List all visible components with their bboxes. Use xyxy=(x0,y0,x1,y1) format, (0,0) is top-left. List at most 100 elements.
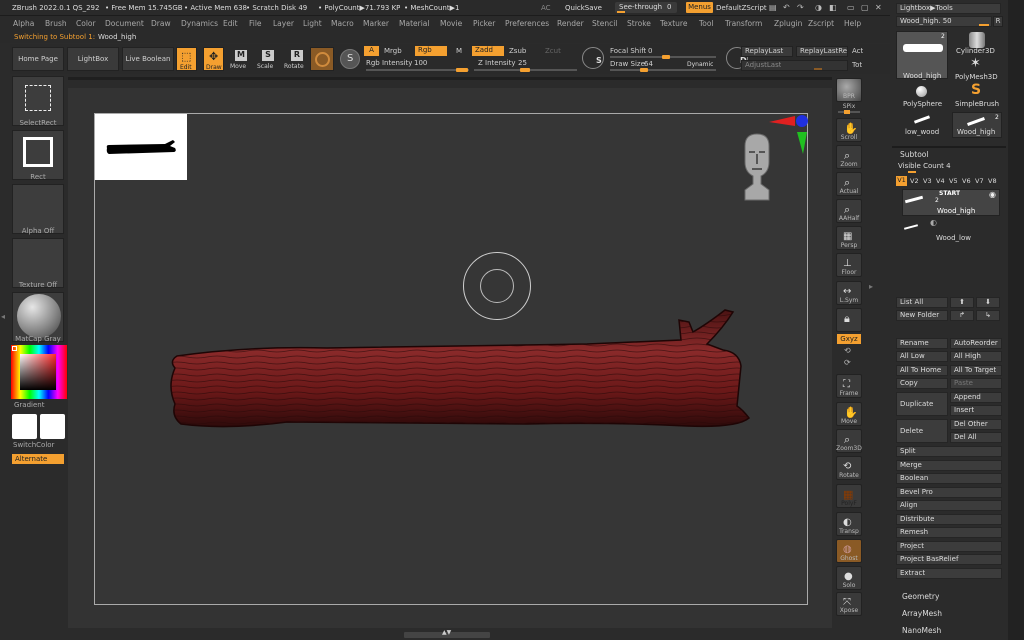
r-button[interactable]: R xyxy=(993,16,1003,27)
menu-help[interactable]: Help xyxy=(844,19,861,28)
toggle-icon[interactable]: ◐ xyxy=(930,218,937,227)
replay-last-button[interactable]: ReplayLast xyxy=(741,46,793,57)
default-zscript[interactable]: DefaultZScript xyxy=(716,4,767,12)
all-low-button[interactable]: All Low xyxy=(896,351,948,362)
tool-wood-high-selected[interactable]: 2 Wood_high xyxy=(896,31,948,80)
action-project-basrelief[interactable]: Project BasRelief xyxy=(896,554,1002,565)
subtool-item-wood-high[interactable]: START 2 Wood_high ◉ xyxy=(902,189,1000,216)
minimize-icon[interactable]: ▭ xyxy=(847,3,855,12)
tool-wood-high-2[interactable]: 2 Wood_high xyxy=(952,112,1002,138)
viewport-canvas[interactable] xyxy=(94,113,808,605)
menu-brush[interactable]: Brush xyxy=(45,19,67,28)
redo-icon[interactable]: ↷ xyxy=(797,3,804,12)
replay-last-rel-button[interactable]: ReplayLastRel xyxy=(796,46,848,57)
menu-light[interactable]: Light xyxy=(303,19,322,28)
home-page-button[interactable]: Home Page xyxy=(12,47,64,71)
quicksave-button[interactable]: QuickSave xyxy=(565,4,602,12)
dynamic-toggle[interactable]: Dynamic xyxy=(687,61,713,68)
vtab-v4[interactable]: V4 xyxy=(936,177,945,185)
menu-material[interactable]: Material xyxy=(399,19,429,28)
main-color-swatch[interactable] xyxy=(12,414,37,439)
tool-polysphere[interactable]: PolySphere xyxy=(896,84,948,110)
rgb-toggle[interactable]: Rgb xyxy=(415,46,447,56)
undo-icon[interactable]: ↶ xyxy=(783,3,790,12)
spotlight-s-icon[interactable]: S xyxy=(582,47,604,69)
all-high-button[interactable]: All High xyxy=(950,351,1002,362)
delete-button[interactable]: Delete xyxy=(896,419,948,443)
rotate-button[interactable]: R Rotate xyxy=(284,47,308,71)
bottom-tray-handle[interactable]: ▲▼ xyxy=(404,629,490,638)
tool-size-slider[interactable]: Wood_high. 50 xyxy=(896,16,992,27)
menu-draw[interactable]: Draw xyxy=(151,19,171,28)
vtab-v6[interactable]: V6 xyxy=(962,177,971,185)
move-up-button[interactable]: ⬆ xyxy=(950,297,974,308)
tool-cylinder3d[interactable]: Cylinder3D xyxy=(952,31,1002,55)
scale-button[interactable]: S Scale xyxy=(257,47,278,71)
visible-count-slider[interactable]: Visible Count 4 xyxy=(896,161,1002,173)
arraymesh-section[interactable]: ArrayMesh xyxy=(902,609,942,618)
visibility-eye-icon[interactable]: ◉ xyxy=(989,190,996,199)
spix-slider[interactable] xyxy=(838,110,860,114)
lightbox-button[interactable]: LightBox xyxy=(67,47,119,71)
menu-marker[interactable]: Marker xyxy=(363,19,389,28)
action-split[interactable]: Split xyxy=(896,446,1002,457)
secondary-color-swatch[interactable] xyxy=(40,414,65,439)
xyz-toggle[interactable]: Gxyz xyxy=(837,334,861,344)
menu-document[interactable]: Document xyxy=(105,19,144,28)
vtab-v2[interactable]: V2 xyxy=(910,177,919,185)
m-toggle[interactable]: M xyxy=(456,47,462,55)
brush-icon[interactable]: S xyxy=(340,49,360,69)
focal-shift-slider[interactable]: Focal Shift 0 Draw Size 64 Dynamic xyxy=(606,46,721,72)
right-tray-arrow-icon[interactable]: ▸ xyxy=(869,282,873,291)
mrgb-toggle[interactable]: Mrgb xyxy=(384,47,402,55)
del-other-button[interactable]: Del Other xyxy=(950,419,1002,430)
menu-color[interactable]: Color xyxy=(76,19,96,28)
a-toggle[interactable]: A xyxy=(364,46,379,56)
all-to-home-button[interactable]: All To Home xyxy=(896,365,948,376)
duplicate-button[interactable]: Duplicate xyxy=(896,392,948,416)
menu-transform[interactable]: Transform xyxy=(725,19,762,28)
rotate-y-icon[interactable]: ⟲ xyxy=(844,346,851,355)
subtool-item-wood-low[interactable]: ◐ Wood_low xyxy=(902,218,1000,244)
adjust-last-slider[interactable]: AdjustLast xyxy=(741,60,848,71)
all-to-target-button[interactable]: All To Target xyxy=(950,365,1002,376)
menu-zscript[interactable]: Zscript xyxy=(808,19,834,28)
geometry-section[interactable]: Geometry xyxy=(902,592,939,601)
see-through-slider[interactable]: See-through 0 xyxy=(615,2,677,13)
autoreorder-button[interactable]: AutoReorder xyxy=(950,338,1002,349)
action-boolean[interactable]: Boolean xyxy=(896,473,1002,484)
switch-color-label[interactable]: SwitchColor xyxy=(10,441,66,449)
action-project[interactable]: Project xyxy=(896,540,1002,552)
maximize-icon[interactable]: ▢ xyxy=(861,3,869,12)
z-intensity-slider[interactable]: Z Intensity 25 xyxy=(472,58,577,72)
spix-label[interactable]: SPix xyxy=(832,103,866,110)
vtab-v1[interactable]: V1 xyxy=(896,176,907,186)
menu-preferences[interactable]: Preferences xyxy=(505,19,549,28)
live-boolean-button[interactable]: Live Boolean xyxy=(122,47,174,71)
vtab-v7[interactable]: V7 xyxy=(975,177,984,185)
menu-edit[interactable]: Edit xyxy=(223,19,238,28)
menus-toggle[interactable]: Menus xyxy=(686,2,713,13)
wood-log-model[interactable] xyxy=(167,306,757,436)
menu-stencil[interactable]: Stencil xyxy=(592,19,617,28)
lightbox-tools-button[interactable]: Lightbox▶Tools xyxy=(896,3,1001,14)
action-distribute[interactable]: Distribute xyxy=(896,513,1002,525)
menu-macro[interactable]: Macro xyxy=(331,19,354,28)
rename-button[interactable]: Rename xyxy=(896,338,948,349)
alternate-toggle[interactable]: Alternate xyxy=(12,454,64,464)
color-square[interactable] xyxy=(20,354,56,390)
lock-button[interactable]: 🔒︎ xyxy=(836,308,862,332)
folder-down-button[interactable]: ↳ xyxy=(976,310,1000,321)
menu-movie[interactable]: Movie xyxy=(440,19,462,28)
action-align[interactable]: Align xyxy=(896,500,1002,511)
tool-polymesh3d[interactable]: ✶ PolyMesh3D xyxy=(952,56,1002,81)
vtab-v8[interactable]: V8 xyxy=(988,177,997,185)
rotate-z-icon[interactable]: ⟳ xyxy=(844,358,851,367)
new-folder-button[interactable]: New Folder xyxy=(896,310,948,321)
palette-icon[interactable]: ◑ xyxy=(815,3,822,12)
close-icon[interactable]: ✕ xyxy=(875,3,882,12)
folder-up-button[interactable]: ↱ xyxy=(950,310,974,321)
move-button[interactable]: M Move xyxy=(230,47,251,71)
vtab-v3[interactable]: V3 xyxy=(923,177,932,185)
menu-dynamics[interactable]: Dynamics xyxy=(181,19,218,28)
